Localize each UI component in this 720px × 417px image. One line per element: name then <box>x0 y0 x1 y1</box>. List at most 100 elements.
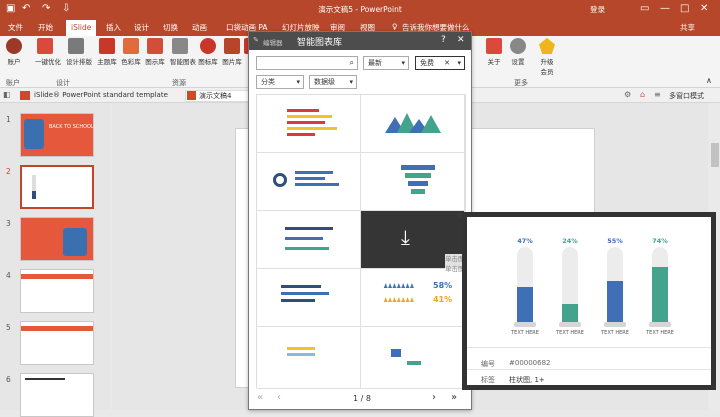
tab-insert[interactable]: 插入 <box>106 22 121 33</box>
mini-bar-fill <box>32 191 36 199</box>
panel-close-button[interactable]: ✕ <box>457 35 465 45</box>
collapse-ribbon-icon[interactable]: ∧ <box>706 76 712 85</box>
tab-home[interactable]: 开始 <box>38 22 53 33</box>
slide-thumb-1[interactable]: BACK TO SCHOOL <box>20 113 94 157</box>
slide-thumbnails-pane: 1 BACK TO SCHOOL 2 3 4 5 6 <box>0 103 110 417</box>
multi-window-toggle[interactable]: 多窗口模式 <box>669 91 704 101</box>
bar-base <box>559 322 581 327</box>
image-icon <box>224 38 240 54</box>
tab-transitions[interactable]: 切换 <box>163 22 178 33</box>
bar <box>295 183 339 186</box>
percent-value: 41% <box>433 295 453 304</box>
color-icon <box>123 38 139 54</box>
next-page-button[interactable]: › <box>432 392 436 403</box>
chart-item-hbars-1[interactable] <box>257 95 361 153</box>
tab-file[interactable]: 文件 <box>8 22 23 33</box>
bar-fill <box>562 304 578 322</box>
one-click-optimize-button[interactable]: 一键优化 <box>35 38 61 66</box>
category-select[interactable]: 分类 ▾ <box>256 75 304 89</box>
bar-value-label: 74% <box>652 237 668 245</box>
price-select[interactable]: 免费 ✕ ▾ <box>415 56 465 70</box>
folder-icon[interactable]: ◧ <box>3 90 11 99</box>
prev-page-button[interactable]: ‹ <box>277 392 281 403</box>
chart-item-progress-bars[interactable] <box>257 211 361 269</box>
smart-chart-button[interactable]: 智能图表 <box>170 38 196 66</box>
slide-thumb-6[interactable] <box>20 373 94 417</box>
funnel-level <box>401 165 435 170</box>
slide-thumb-3[interactable] <box>20 217 94 261</box>
slide-thumb-2[interactable] <box>20 165 94 209</box>
title-bar: ▣ ↶ ↷ ⇩ 演示文稿5 - PowerPoint 登录 ▭ — □ ✕ <box>0 0 720 20</box>
settings-button[interactable]: 设置 <box>508 38 528 66</box>
funnel-level <box>405 173 431 178</box>
chart-item-stacked[interactable] <box>257 327 361 389</box>
editor-link[interactable]: 编辑器 <box>263 37 283 47</box>
account-button[interactable]: 账户 <box>4 38 24 66</box>
home-icon[interactable]: ⌂ <box>640 90 645 99</box>
bar <box>295 171 333 174</box>
lightbulb-icon: ♀ <box>392 22 398 31</box>
slide-number: 3 <box>6 219 11 228</box>
bar <box>287 127 337 130</box>
image-library-button[interactable]: 图片库 <box>222 38 242 66</box>
chart-item-flow[interactable] <box>361 327 465 389</box>
help-button[interactable]: ? <box>441 35 446 45</box>
funnel-level <box>408 181 428 186</box>
download-icon[interactable]: ⤓ <box>401 225 410 249</box>
search-icon[interactable]: ⌕ <box>350 57 354 69</box>
divider <box>467 369 711 370</box>
bar-category-label: TEXT HERE <box>511 330 539 336</box>
chevron-down-icon: ▾ <box>457 59 461 67</box>
data-level-select[interactable]: 数据级 ▾ <box>309 75 357 89</box>
optimize-icon <box>37 38 53 54</box>
diamond-icon <box>539 38 555 54</box>
design-layout-button[interactable]: 设计排版 <box>66 38 92 66</box>
diagram-library-button[interactable]: 图示库 <box>145 38 165 66</box>
share-button[interactable]: 共享 <box>680 22 695 33</box>
slide-number: 1 <box>6 115 11 124</box>
about-button[interactable]: 关于 <box>484 38 504 66</box>
ribbon-display-icon[interactable]: ▭ <box>640 3 649 14</box>
header-strip <box>21 274 93 279</box>
list-icon[interactable]: ≡ <box>654 90 661 99</box>
chart-item-people[interactable]: ♟♟♟♟♟♟♟ 58% ♟♟♟♟♟♟♟ 41% <box>361 269 465 327</box>
people-icons: ♟♟♟♟♟♟♟ <box>383 297 415 304</box>
pencil-icon: ✎ <box>253 36 259 44</box>
tab-animations[interactable]: 动画 <box>192 22 207 33</box>
upgrade-button[interactable]: 升级 会员 <box>537 38 557 76</box>
slide-thumb-5[interactable] <box>20 321 94 365</box>
people-icons: ♟♟♟♟♟♟♟ <box>383 283 415 290</box>
chevron-down-icon: ▾ <box>296 78 300 86</box>
minimize-icon[interactable]: — <box>660 3 670 14</box>
login-link[interactable]: 登录 <box>590 4 605 15</box>
maximize-icon[interactable]: □ <box>680 3 689 14</box>
tab-islide[interactable]: iSlide <box>66 20 97 36</box>
bar <box>287 133 315 136</box>
close-icon[interactable]: ✕ <box>700 3 708 14</box>
first-page-button[interactable]: « <box>257 392 263 403</box>
chart-item-triangles[interactable] <box>361 95 465 153</box>
icon-library-button[interactable]: 图标库 <box>198 38 218 66</box>
bar <box>285 247 329 250</box>
theme-library-button[interactable]: 主题库 <box>97 38 117 66</box>
scroll-thumb[interactable] <box>711 143 719 167</box>
group-resources-label: 资源 <box>172 79 186 87</box>
bar <box>287 109 319 112</box>
bar-fill <box>607 280 623 322</box>
clear-icon[interactable]: ✕ <box>444 57 450 69</box>
slide-thumb-4[interactable] <box>20 269 94 313</box>
chart-item-arrow-bars[interactable] <box>257 269 361 327</box>
search-input[interactable]: ⌕ <box>256 56 358 70</box>
tab-design[interactable]: 设计 <box>134 22 149 33</box>
bar <box>285 227 333 230</box>
bar-category-label: TEXT HERE <box>601 330 629 336</box>
smart-chart-panel: ✎ 编辑器 智能图表库 ? ✕ ⌕ 最新▾ 免费✕▾ 分类▾ 数据级▾ <box>248 31 543 410</box>
sort-select[interactable]: 最新 ▾ <box>363 56 409 70</box>
percent-value: 58% <box>433 281 453 290</box>
color-library-button[interactable]: 色彩库 <box>121 38 141 66</box>
last-page-button[interactable]: » <box>451 392 457 403</box>
chart-item-donut-bars[interactable] <box>257 153 361 211</box>
gear-icon[interactable]: ⚙ <box>624 90 631 99</box>
chart-item-funnel[interactable] <box>361 153 465 211</box>
doc-tab-template[interactable]: iSlide® PowerPoint standard template <box>34 91 168 99</box>
